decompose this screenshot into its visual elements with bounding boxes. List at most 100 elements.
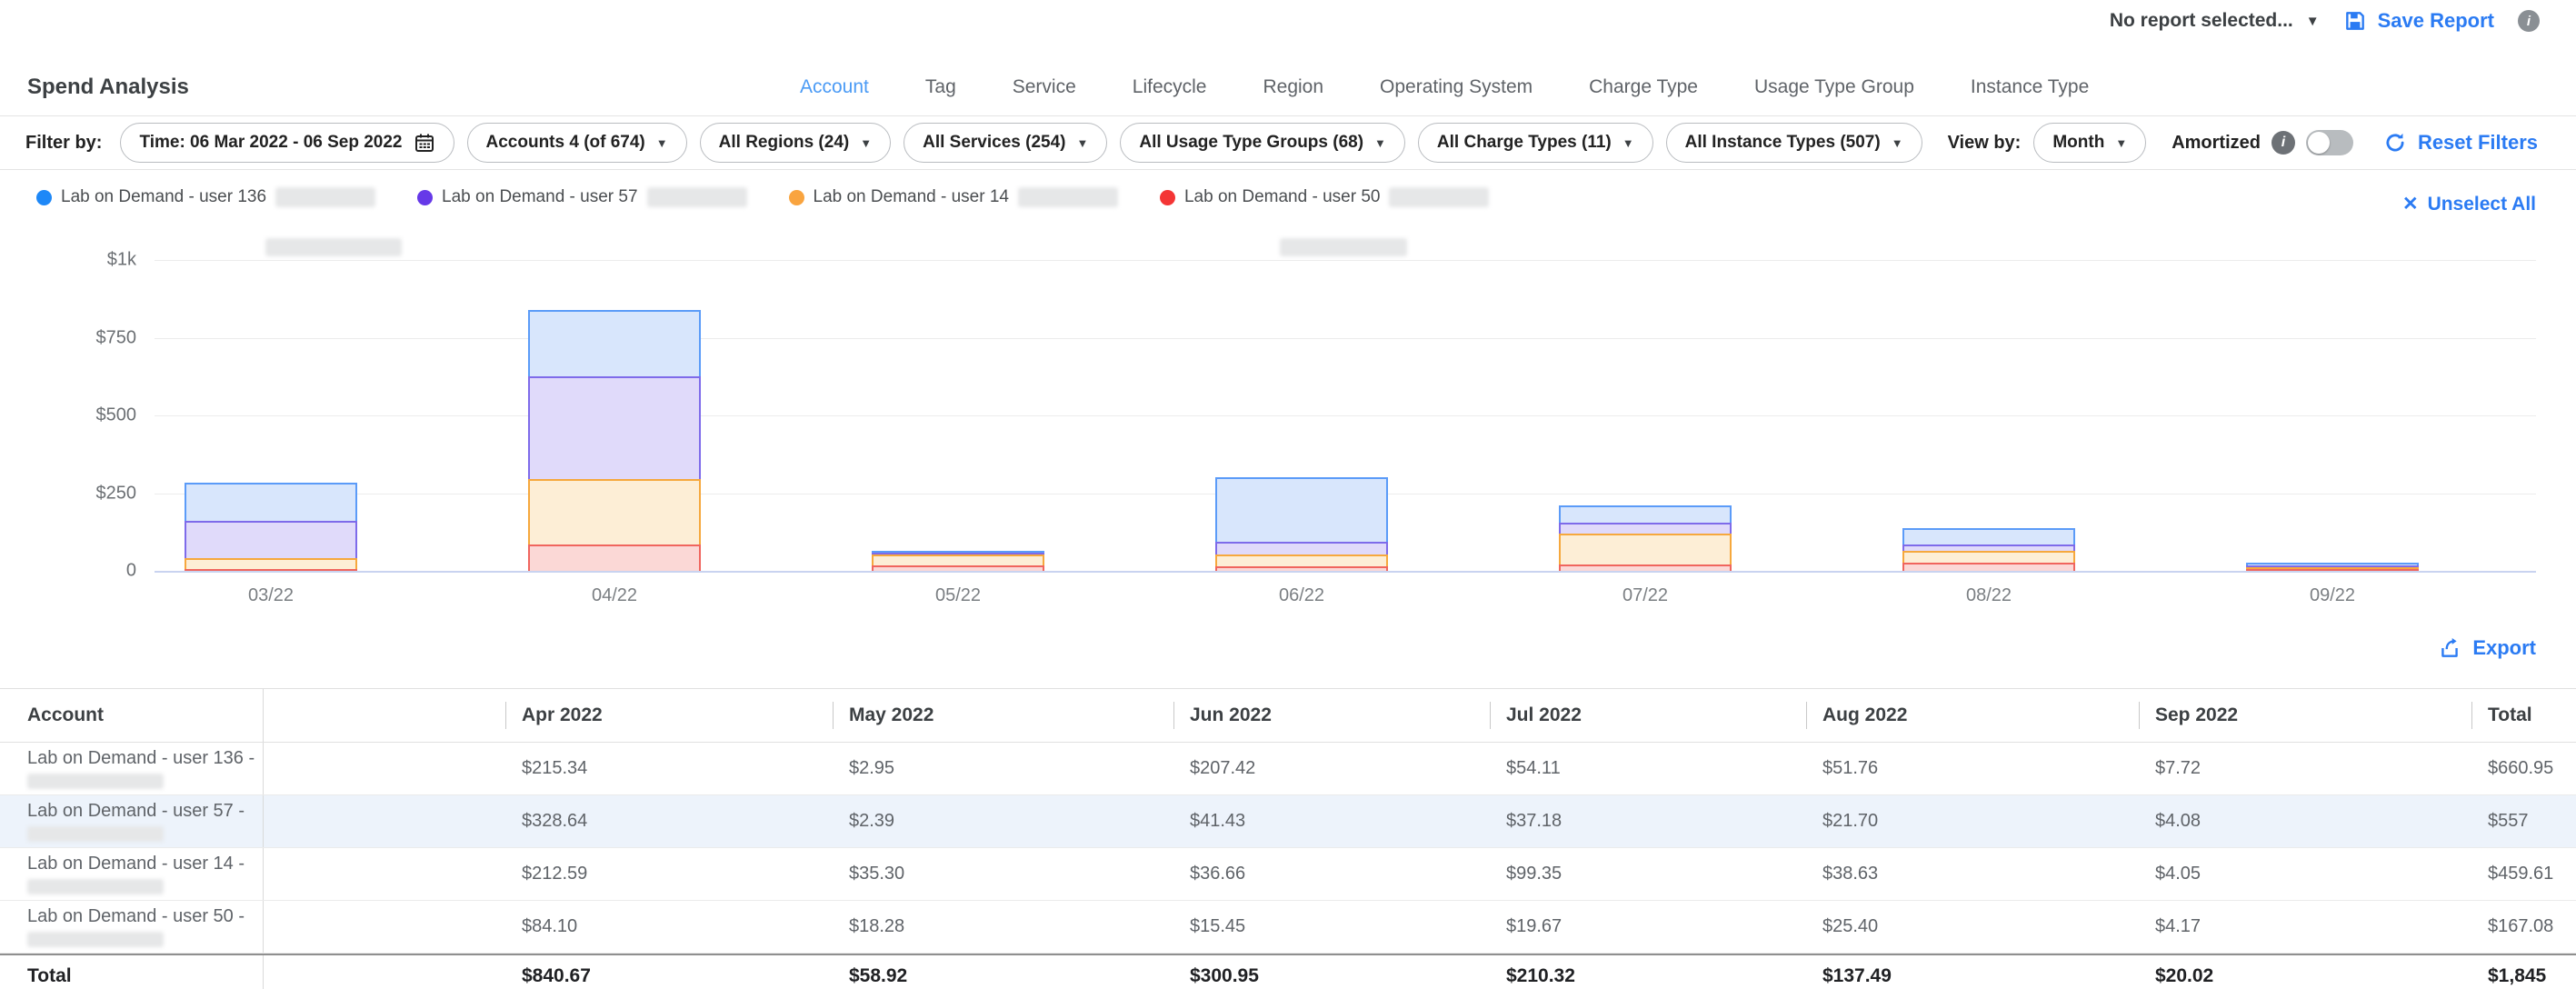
tab-tag[interactable]: Tag: [925, 76, 956, 98]
bar-segment[interactable]: [1902, 544, 2075, 551]
account-cell: Lab on Demand - user 57 -: [0, 795, 264, 847]
calendar-icon: [414, 132, 435, 154]
bar-segment[interactable]: [1902, 528, 2075, 544]
redacted-text: [27, 826, 164, 842]
stacked-bar-09-22[interactable]: [2246, 563, 2419, 571]
account-cell: Lab on Demand - user 50 -: [0, 901, 264, 953]
chart-legend: Lab on Demand - user 136 Lab on Demand - …: [36, 187, 1489, 207]
bar-segment[interactable]: [185, 569, 357, 571]
filter-pill[interactable]: Time: 06 Mar 2022 - 06 Sep 2022: [120, 123, 454, 163]
stacked-bar-08-22[interactable]: [1902, 528, 2075, 571]
bar-segment[interactable]: [872, 554, 1044, 565]
unselect-all-button[interactable]: ✕ Unselect All: [2402, 193, 2536, 215]
view-by-dropdown[interactable]: Month ▼: [2033, 123, 2146, 163]
bar-segment[interactable]: [1215, 477, 1388, 542]
tab-operating-system[interactable]: Operating System: [1380, 76, 1533, 98]
tab-region[interactable]: Region: [1263, 76, 1323, 98]
legend-item[interactable]: Lab on Demand - user 136: [36, 187, 375, 207]
tab-instance-type[interactable]: Instance Type: [1971, 76, 2089, 98]
column-header-sep-2022: Sep 2022: [2139, 689, 2471, 742]
filter-pill[interactable]: All Usage Type Groups (68)▼: [1120, 123, 1405, 163]
account-name: Lab on Demand - user 57 -: [27, 801, 245, 822]
redacted-text: [27, 774, 164, 789]
unselect-all-label: Unselect All: [2428, 194, 2536, 215]
chevron-down-icon: ▼: [1622, 136, 1634, 150]
bar-segment[interactable]: [185, 483, 357, 521]
amortized-toggle[interactable]: [2306, 130, 2353, 155]
filter-pill-label: All Instance Types (507): [1685, 133, 1881, 153]
x-axis-tick-label: 05/22: [935, 585, 981, 606]
save-report-button[interactable]: Save Report: [2343, 9, 2494, 33]
tab-charge-type[interactable]: Charge Type: [1589, 76, 1698, 98]
bar-segment[interactable]: [1902, 563, 2075, 571]
tab-account[interactable]: Account: [800, 76, 869, 98]
filter-pill-label: All Charge Types (11): [1437, 133, 1612, 153]
value-cell: $37.18: [1490, 795, 1806, 847]
export-button[interactable]: Export: [2438, 636, 2536, 660]
value-cell: $660.95: [2471, 743, 2576, 794]
legend-dot: [417, 190, 433, 205]
chevron-down-icon: ▼: [1892, 136, 1903, 150]
stacked-bar-05-22[interactable]: [872, 551, 1044, 571]
info-icon[interactable]: i: [2518, 10, 2540, 32]
table-total-row: Total$840.67$58.92$300.95$210.32$137.49$…: [0, 954, 2576, 989]
tab-lifecycle[interactable]: Lifecycle: [1133, 76, 1207, 98]
bar-segment[interactable]: [185, 521, 357, 558]
total-value-cell: $20.02: [2139, 955, 2471, 989]
filter-pill[interactable]: Accounts 4 (of 674)▼: [467, 123, 687, 163]
stacked-bar-06-22[interactable]: [1215, 477, 1388, 571]
filter-pill[interactable]: All Charge Types (11) ▼: [1418, 123, 1653, 163]
chevron-down-icon: ▼: [2306, 14, 2320, 29]
stacked-bar-04-22[interactable]: [528, 310, 701, 571]
x-axis-tick-label: 09/22: [2310, 585, 2355, 606]
filter-pill[interactable]: All Instance Types (507) ▼: [1666, 123, 1922, 163]
bar-segment[interactable]: [528, 479, 701, 545]
legend-item[interactable]: Lab on Demand - user 50: [1160, 187, 1489, 207]
filter-pill[interactable]: All Services (254)▼: [904, 123, 1107, 163]
amortized-label: Amortized: [2172, 133, 2261, 154]
value-cell: $15.45: [1173, 901, 1490, 953]
filter-pill[interactable]: All Regions (24)▼: [700, 123, 891, 163]
bar-segment[interactable]: [1215, 542, 1388, 554]
page-title: Spend Analysis: [27, 75, 189, 100]
y-axis-tick-label: $500: [27, 405, 136, 426]
total-value-cell: $137.49: [1806, 955, 2139, 989]
bar-segment[interactable]: [528, 310, 701, 377]
bar-segment[interactable]: [185, 558, 357, 569]
column-header-jun-2022: Jun 2022: [1173, 689, 1490, 742]
reset-filters-button[interactable]: Reset Filters: [2383, 131, 2538, 155]
value-cell: $459.61: [2471, 848, 2576, 900]
legend-item[interactable]: Lab on Demand - user 57: [417, 187, 746, 207]
bar-segment[interactable]: [1559, 505, 1732, 523]
bar-segment[interactable]: [2246, 569, 2419, 571]
total-value-cell: $300.95: [1173, 955, 1490, 989]
value-cell: $25.40: [1806, 901, 2139, 953]
value-cell: $18.28: [833, 901, 1173, 953]
column-header-spacer: [264, 689, 505, 742]
value-cell: $328.64: [505, 795, 833, 847]
tab-service[interactable]: Service: [1013, 76, 1076, 98]
bar-segment[interactable]: [872, 565, 1044, 571]
bar-segment[interactable]: [1902, 551, 2075, 563]
report-selector-dropdown[interactable]: No report selected... ▼: [2110, 10, 2320, 32]
stacked-bar-07-22[interactable]: [1559, 505, 1732, 571]
bar-segment[interactable]: [1559, 564, 1732, 571]
bar-segment[interactable]: [1215, 566, 1388, 571]
tab-usage-type-group[interactable]: Usage Type Group: [1754, 76, 1914, 98]
legend-item[interactable]: Lab on Demand - user 14: [789, 187, 1118, 207]
bar-segment[interactable]: [1215, 554, 1388, 566]
bar-segment[interactable]: [1559, 523, 1732, 534]
chevron-down-icon: ▼: [1076, 136, 1088, 150]
amortized-info-icon[interactable]: i: [2271, 131, 2295, 155]
stacked-bar-03-22[interactable]: [185, 483, 357, 571]
value-cell: $38.63: [1806, 848, 2139, 900]
chevron-down-icon: ▼: [860, 136, 872, 150]
value-cell: $2.39: [833, 795, 1173, 847]
bar-segment[interactable]: [528, 544, 701, 571]
account-cell: Lab on Demand - user 14 -: [0, 848, 264, 900]
chevron-down-icon: ▼: [2115, 136, 2127, 150]
value-cell: $4.17: [2139, 901, 2471, 953]
bar-segment[interactable]: [528, 376, 701, 478]
filter-by-label: Filter by:: [25, 133, 102, 154]
bar-segment[interactable]: [1559, 534, 1732, 564]
